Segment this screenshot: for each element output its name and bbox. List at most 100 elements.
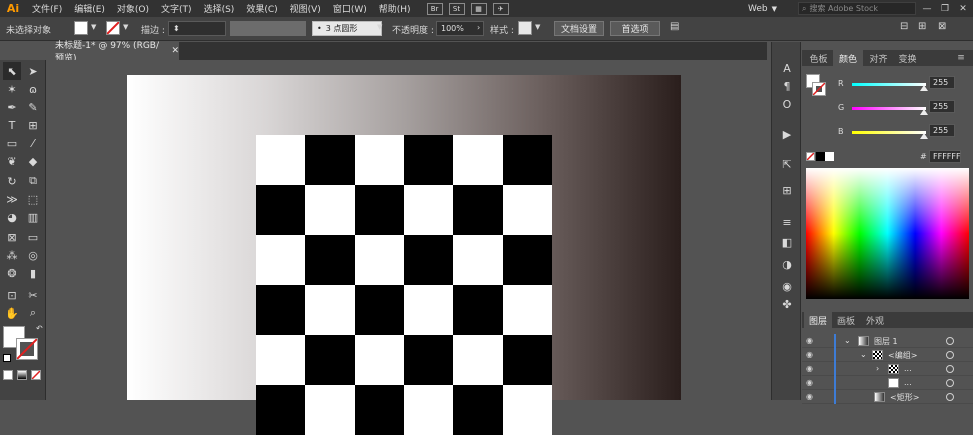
- menu-view[interactable]: 视图(V): [284, 2, 327, 15]
- variable-width-profile[interactable]: [230, 21, 306, 36]
- swap-fill-stroke-icon[interactable]: ↶: [36, 324, 43, 333]
- slice-tool-icon[interactable]: ✂: [24, 286, 42, 304]
- graphic-style-swatch[interactable]: [518, 21, 532, 35]
- menu-window[interactable]: 窗口(W): [327, 2, 373, 15]
- eyedropper-tool-icon[interactable]: ⁂: [3, 246, 21, 264]
- target-icon[interactable]: [946, 365, 954, 373]
- none-mode-icon[interactable]: [31, 370, 41, 380]
- red-slider-thumb[interactable]: [920, 85, 928, 91]
- lasso-tool-icon[interactable]: ɷ: [24, 80, 42, 98]
- hand-tool-icon[interactable]: ✋: [3, 304, 21, 322]
- chevron-down-icon[interactable]: ⌄: [860, 350, 867, 359]
- paragraph-panel-icon[interactable]: ¶: [778, 78, 796, 94]
- layer-row[interactable]: ◉ <矩形>: [802, 390, 973, 404]
- fill-swatch[interactable]: [74, 21, 88, 35]
- opentype-panel-icon[interactable]: O: [778, 96, 796, 112]
- menu-type[interactable]: 文字(T): [155, 2, 198, 15]
- eraser-tool-icon[interactable]: ◆: [24, 152, 42, 170]
- arrange-icon[interactable]: ▤: [670, 21, 679, 32]
- green-channel-slider[interactable]: [852, 107, 926, 110]
- perspective-grid-tool-icon[interactable]: ▥: [24, 208, 42, 226]
- blue-value-input[interactable]: 255: [929, 124, 955, 137]
- chevron-down-icon[interactable]: ⌄: [844, 336, 851, 345]
- symbols-panel-icon[interactable]: ✤: [778, 296, 796, 312]
- shaper-tool-icon[interactable]: ❦: [3, 152, 21, 170]
- tab-color[interactable]: 颜色: [833, 50, 863, 66]
- stroke-weight-input[interactable]: ⬍: [168, 21, 226, 36]
- gradient-panel-icon[interactable]: ◧: [778, 234, 796, 250]
- mesh-tool-icon[interactable]: ⊠: [3, 228, 21, 246]
- document-setup-button[interactable]: 文档设置: [554, 21, 604, 36]
- export-panel-icon[interactable]: ⇱: [778, 156, 796, 172]
- blend-tool-icon[interactable]: ◎: [24, 246, 42, 264]
- black-swatch[interactable]: [816, 152, 825, 161]
- target-icon[interactable]: [946, 379, 954, 387]
- align-icon[interactable]: ⊟: [900, 21, 908, 32]
- eye-icon[interactable]: ◉: [806, 392, 818, 402]
- layer-row[interactable]: ◉ ⌄ <编组>: [802, 348, 973, 362]
- eye-icon[interactable]: ◉: [806, 336, 818, 346]
- chevron-down-icon[interactable]: ▼: [535, 23, 540, 31]
- green-value-input[interactable]: 255: [929, 100, 955, 113]
- tab-artboards[interactable]: 画板: [832, 312, 860, 328]
- workspace-switcher[interactable]: Web ▼: [748, 0, 777, 17]
- close-icon[interactable]: ✕: [171, 46, 179, 56]
- maximize-button[interactable]: ❐: [936, 0, 954, 17]
- layer-row[interactable]: ◉ ⌄ 图层 1: [802, 334, 973, 348]
- pen-tool-icon[interactable]: ✒: [3, 98, 21, 116]
- libraries-panel-icon[interactable]: ⊞: [778, 182, 796, 198]
- free-transform-tool-icon[interactable]: ⬚: [24, 190, 42, 208]
- chevron-down-icon[interactable]: ▼: [91, 23, 96, 31]
- panel-menu-icon[interactable]: ⊞: [918, 21, 926, 32]
- width-tool-icon[interactable]: ≫: [3, 190, 21, 208]
- target-icon[interactable]: [946, 337, 954, 345]
- stock-button[interactable]: St: [448, 2, 465, 15]
- bridge-button[interactable]: Br: [426, 2, 443, 15]
- gradient-tool-icon[interactable]: ▭: [24, 228, 42, 246]
- artboard-tool-icon[interactable]: ⊡: [3, 286, 21, 304]
- stroke-color-box[interactable]: [16, 338, 38, 360]
- paintbrush-tool-icon[interactable]: ⁄: [24, 134, 42, 152]
- curvature-tool-icon[interactable]: ✎: [24, 98, 42, 116]
- rotate-tool-icon[interactable]: ↻: [3, 172, 21, 190]
- blue-channel-slider[interactable]: [852, 131, 926, 134]
- tab-layers[interactable]: 图层: [804, 312, 832, 328]
- panel-menu-icon[interactable]: ≡: [952, 50, 970, 66]
- preferences-button[interactable]: 首选项: [610, 21, 660, 36]
- appearance-panel-icon[interactable]: ◉: [778, 278, 796, 294]
- type-tool-icon[interactable]: T: [3, 116, 21, 134]
- transparency-panel-icon[interactable]: ◑: [778, 256, 796, 272]
- brush-definition-select[interactable]: • 3 点圆形: [312, 21, 382, 36]
- layer-row[interactable]: ◉ › ...: [802, 362, 973, 376]
- minimize-button[interactable]: —: [918, 0, 936, 17]
- tab-transform[interactable]: 变换: [893, 50, 922, 66]
- menu-edit[interactable]: 编辑(E): [68, 2, 111, 15]
- stroke-panel-icon[interactable]: ≡: [778, 214, 796, 230]
- eye-icon[interactable]: ◉: [806, 364, 818, 374]
- menu-help[interactable]: 帮助(H): [373, 2, 417, 15]
- zoom-tool-icon[interactable]: ⌕: [24, 304, 42, 322]
- symbol-sprayer-tool-icon[interactable]: ❂: [3, 264, 21, 282]
- character-panel-icon[interactable]: A: [778, 60, 796, 76]
- menu-file[interactable]: 文件(F): [26, 2, 68, 15]
- white-swatch[interactable]: [825, 152, 834, 161]
- shape-builder-tool-icon[interactable]: ◕: [3, 208, 21, 226]
- scale-tool-icon[interactable]: ⧉: [24, 172, 42, 190]
- chevron-down-icon[interactable]: ▼: [377, 23, 382, 31]
- tab-appearance[interactable]: 外观: [860, 312, 890, 328]
- actions-panel-icon[interactable]: ▶: [778, 126, 796, 142]
- menu-object[interactable]: 对象(O): [111, 2, 155, 15]
- stock-search-input[interactable]: ⌕ 搜索 Adobe Stock: [798, 2, 916, 15]
- options-icon[interactable]: ⊠: [938, 21, 946, 32]
- gradient-mode-icon[interactable]: [17, 370, 27, 380]
- selection-tool-icon[interactable]: ⬉: [3, 62, 21, 80]
- none-swatch[interactable]: [806, 152, 815, 161]
- gpu-icon[interactable]: ✈: [492, 2, 509, 15]
- chevron-down-icon[interactable]: ▼: [123, 23, 128, 31]
- checkerboard-pattern[interactable]: [256, 135, 553, 435]
- artboard-gradient-background[interactable]: [127, 75, 681, 435]
- line-segment-tool-icon[interactable]: ⊞: [24, 116, 42, 134]
- default-colors-icon[interactable]: [3, 354, 11, 362]
- layer-row[interactable]: ◉ ...: [802, 376, 973, 390]
- color-stroke-proxy[interactable]: [812, 82, 826, 96]
